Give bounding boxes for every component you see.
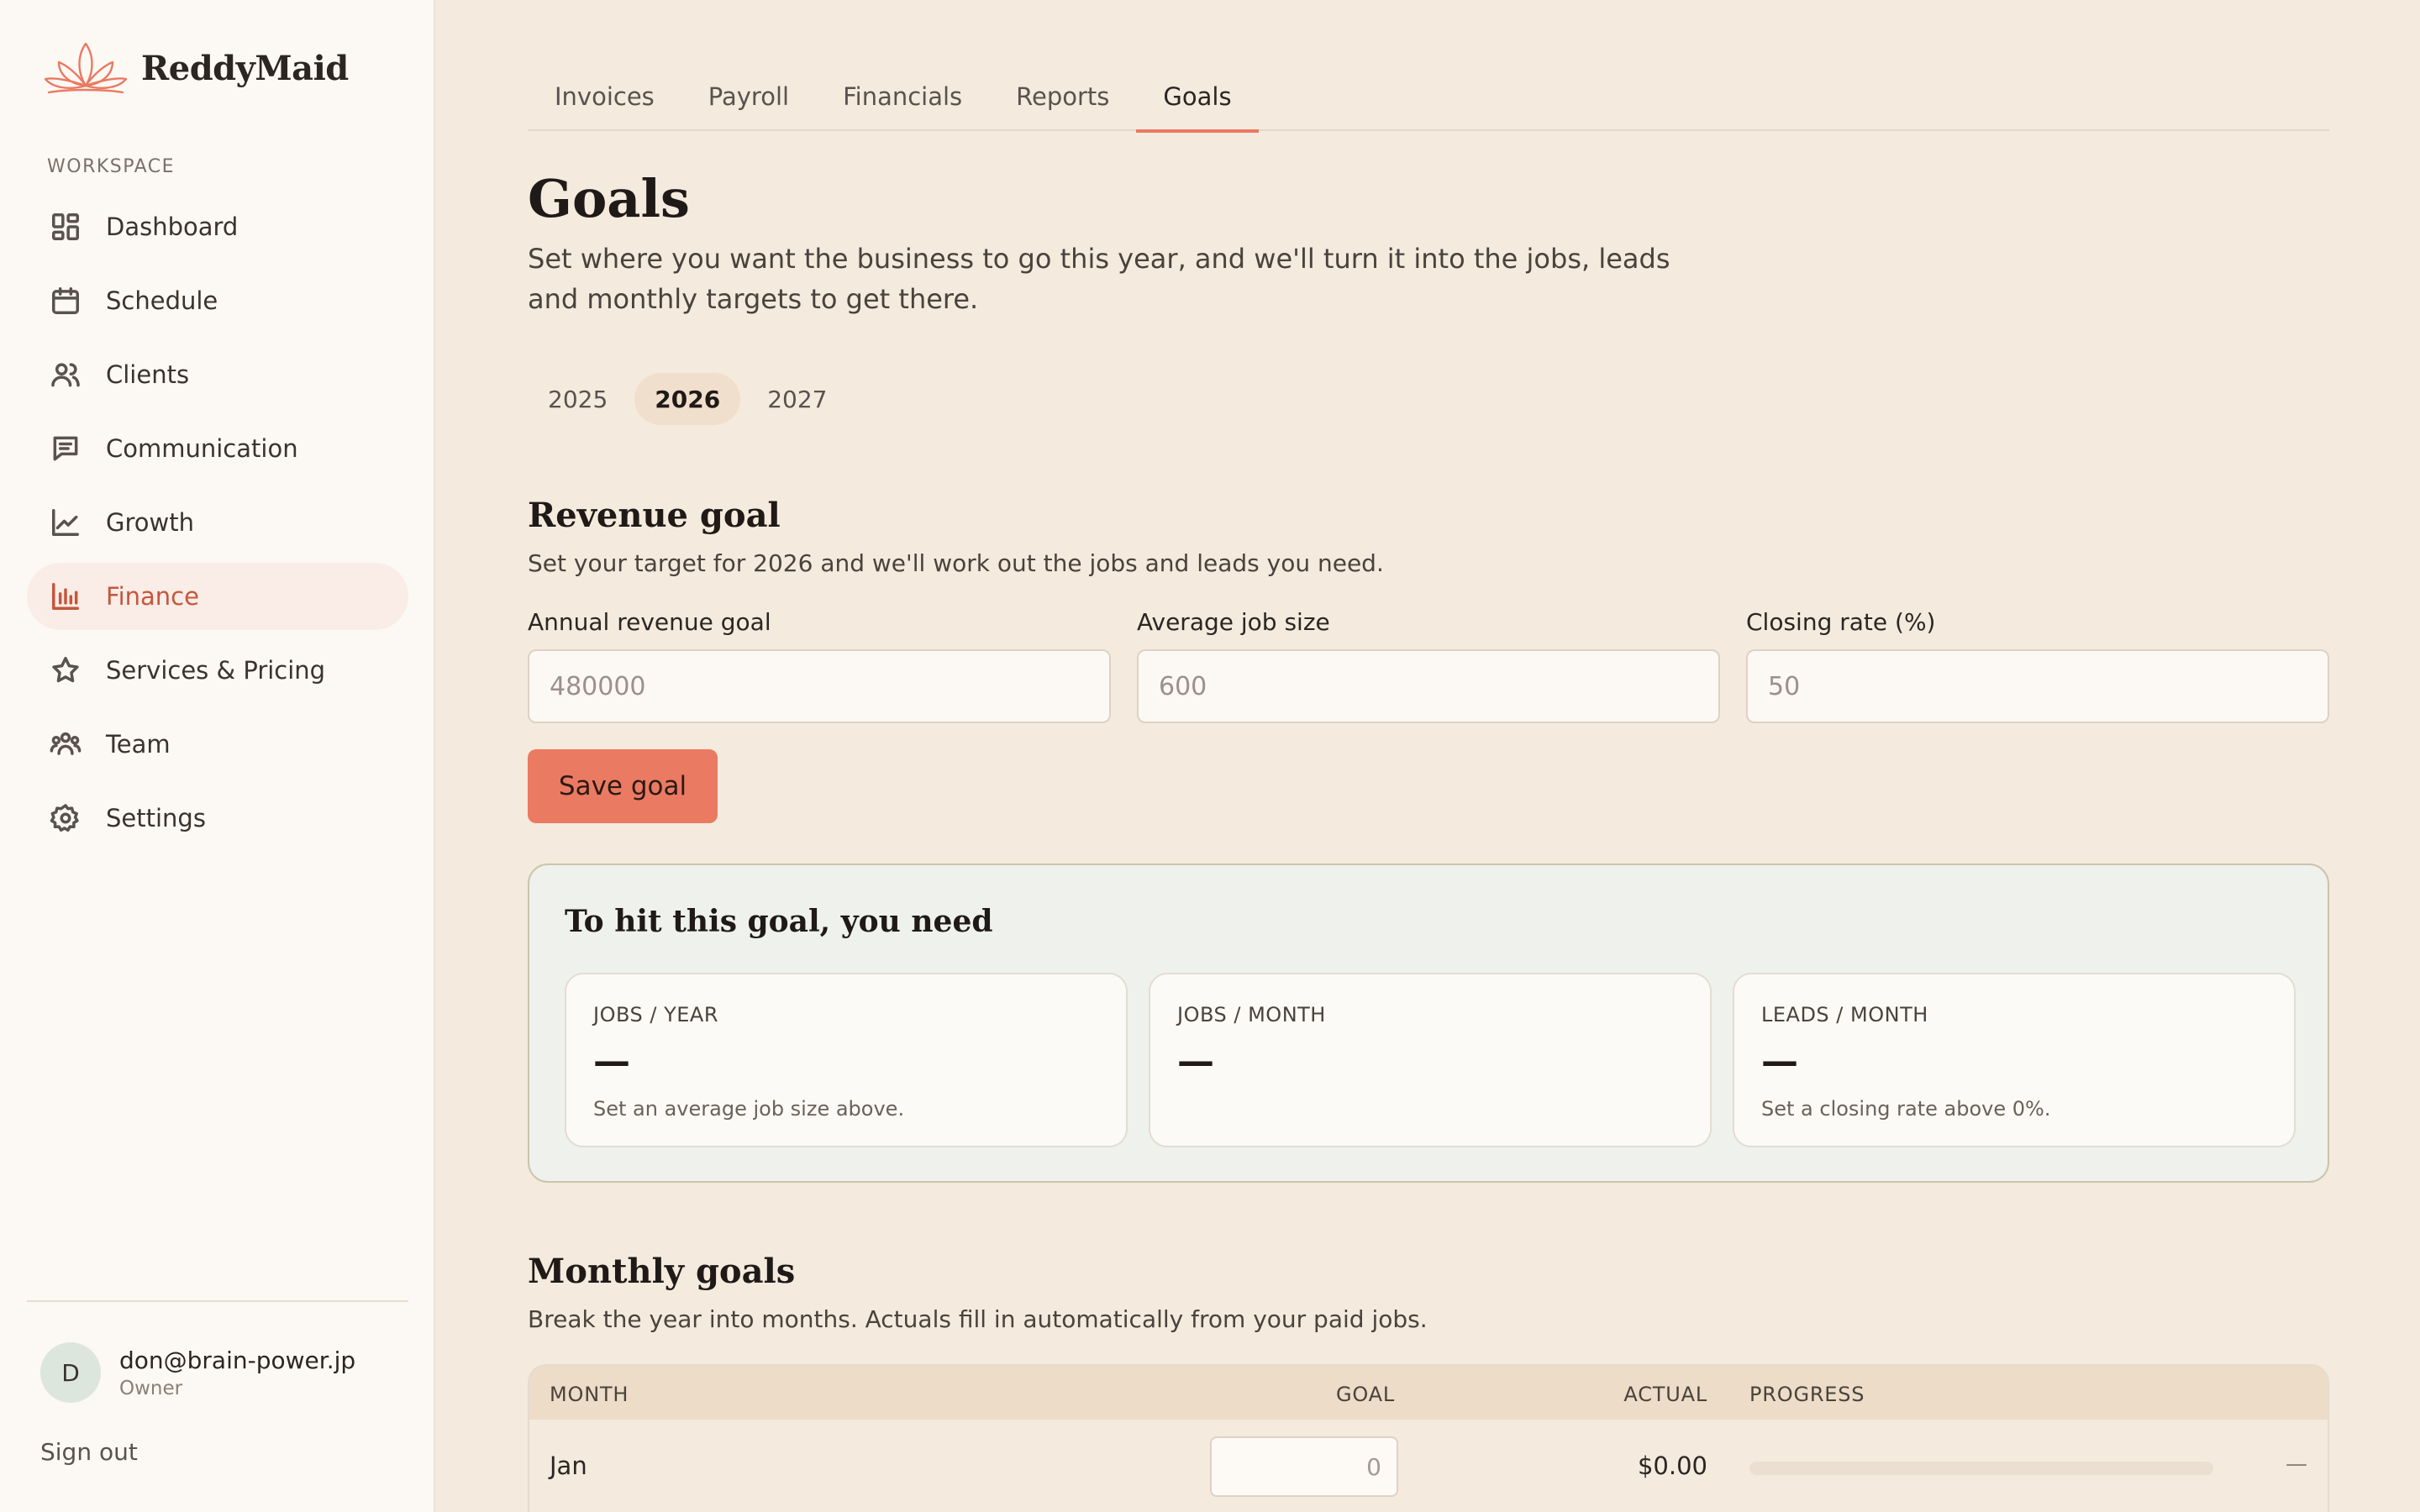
sign-out-link[interactable]: Sign out [40, 1438, 138, 1466]
brand-name: ReddyMaid [141, 48, 349, 88]
year-2027[interactable]: 2027 [747, 373, 847, 425]
sidebar-item-label: Growth [106, 508, 194, 537]
stat-value: — [1761, 1040, 1798, 1083]
sidebar-item-label: Finance [106, 582, 199, 611]
stat-label: LEADS / MONTH [1761, 1003, 1928, 1026]
annual-revenue-field: Annual revenue goal [528, 608, 1111, 723]
row-progress-label: — [2286, 1452, 2307, 1477]
tab-goals[interactable]: Goals [1136, 67, 1259, 133]
sidebar-item-schedule[interactable]: Schedule [27, 267, 408, 334]
sidebar-item-finance[interactable]: Finance [27, 563, 408, 630]
row-actual: $0.00 [1637, 1452, 1707, 1480]
sidebar-item-team[interactable]: Team [27, 711, 408, 778]
sidebar-item-growth[interactable]: Growth [27, 489, 408, 556]
goal-requirements-panel: To hit this goal, you need JOBS / YEAR —… [528, 864, 2329, 1183]
page-title: Goals [528, 168, 690, 229]
year-2026[interactable]: 2026 [634, 373, 741, 425]
chat-icon [49, 432, 82, 465]
stat-value: — [1177, 1040, 1214, 1083]
leads-per-month-card: LEADS / MONTH — Set a closing rate above… [1733, 973, 2296, 1147]
finance-tabs: Invoices Payroll Financials Reports Goal… [528, 67, 2329, 133]
jobs-per-year-card: JOBS / YEAR — Set an average job size ab… [565, 973, 1128, 1147]
annual-revenue-input[interactable] [528, 649, 1111, 723]
sidebar-item-clients[interactable]: Clients [27, 341, 408, 408]
sidebar-item-label: Team [106, 730, 171, 759]
user-profile[interactable]: D don@brain-power.jp Owner [40, 1342, 355, 1403]
revenue-goal-subtitle: Set your target for 2026 and we'll work … [528, 549, 1384, 577]
tab-payroll[interactable]: Payroll [681, 67, 816, 131]
monthly-goals-subtitle: Break the year into months. Actuals fill… [528, 1305, 1428, 1333]
sidebar-item-label: Communication [106, 434, 298, 463]
stat-note: Set a closing rate above 0%. [1761, 1097, 2051, 1121]
avatar: D [40, 1342, 101, 1403]
year-selector: 2025 2026 2027 [528, 373, 854, 425]
sidebar-item-services-pricing[interactable]: Services & Pricing [27, 637, 408, 704]
users-icon [49, 358, 82, 391]
tab-invoices[interactable]: Invoices [528, 67, 681, 131]
monthly-goals-title: Monthly goals [528, 1252, 796, 1291]
stat-label: JOBS / YEAR [593, 1003, 719, 1026]
goal-requirements-title: To hit this goal, you need [565, 904, 993, 939]
lotus-icon [44, 42, 128, 94]
table-header: MONTH GOAL ACTUAL PROGRESS [529, 1366, 2328, 1420]
trend-icon [49, 506, 82, 539]
year-2025[interactable]: 2025 [528, 373, 628, 425]
stat-label: JOBS / MONTH [1177, 1003, 1326, 1026]
sidebar-item-label: Dashboard [106, 213, 239, 241]
calendar-icon [49, 284, 82, 318]
user-email: don@brain-power.jp [119, 1346, 356, 1374]
tab-financials[interactable]: Financials [816, 67, 989, 131]
column-goal: GOAL [1335, 1383, 1395, 1406]
progress-bar [1749, 1462, 2213, 1475]
sidebar-item-label: Schedule [106, 286, 218, 315]
sidebar-divider [27, 1300, 408, 1302]
column-progress: PROGRESS [1749, 1383, 1865, 1406]
star-icon [49, 654, 82, 687]
sidebar-item-label: Settings [106, 804, 206, 832]
closing-rate-label: Closing rate (%) [1746, 608, 1936, 636]
row-month: Jan [550, 1452, 587, 1480]
save-goal-button[interactable]: Save goal [528, 749, 718, 823]
jobs-per-month-card: JOBS / MONTH — [1149, 973, 1712, 1147]
closing-rate-field: Closing rate (%) [1746, 608, 2329, 723]
user-role: Owner [119, 1377, 183, 1399]
sidebar: ReddyMaid WORKSPACE Dashboard Schedule C… [0, 0, 435, 1512]
average-job-size-field: Average job size [1137, 608, 1720, 723]
month-goal-input[interactable] [1210, 1436, 1398, 1497]
sidebar-item-communication[interactable]: Communication [27, 415, 408, 482]
stat-value: — [593, 1040, 630, 1083]
bar-chart-icon [49, 580, 82, 613]
average-job-size-label: Average job size [1137, 608, 1330, 636]
closing-rate-input[interactable] [1746, 649, 2329, 723]
sidebar-item-settings[interactable]: Settings [27, 785, 408, 852]
average-job-size-input[interactable] [1137, 649, 1720, 723]
monthly-goals-table: MONTH GOAL ACTUAL PROGRESS Jan $0.00 — [528, 1364, 2329, 1512]
annual-revenue-label: Annual revenue goal [528, 608, 771, 636]
sidebar-nav: Dashboard Schedule Clients Communication… [27, 193, 408, 858]
team-icon [49, 727, 82, 761]
workspace-label: WORKSPACE [47, 156, 176, 177]
table-row: Jan $0.00 — [529, 1420, 2328, 1512]
brand[interactable]: ReddyMaid [40, 37, 349, 99]
gear-icon [49, 801, 82, 835]
dashboard-icon [49, 210, 82, 244]
sidebar-item-label: Clients [106, 360, 190, 389]
sidebar-item-label: Services & Pricing [106, 656, 326, 685]
page-subtitle: Set where you want the business to go th… [528, 243, 1670, 315]
sidebar-item-dashboard[interactable]: Dashboard [27, 193, 408, 260]
stat-note: Set an average job size above. [593, 1097, 905, 1121]
column-month: MONTH [550, 1383, 629, 1406]
column-actual: ACTUAL [1623, 1383, 1707, 1406]
revenue-goal-title: Revenue goal [528, 496, 781, 535]
tab-reports[interactable]: Reports [989, 67, 1136, 131]
